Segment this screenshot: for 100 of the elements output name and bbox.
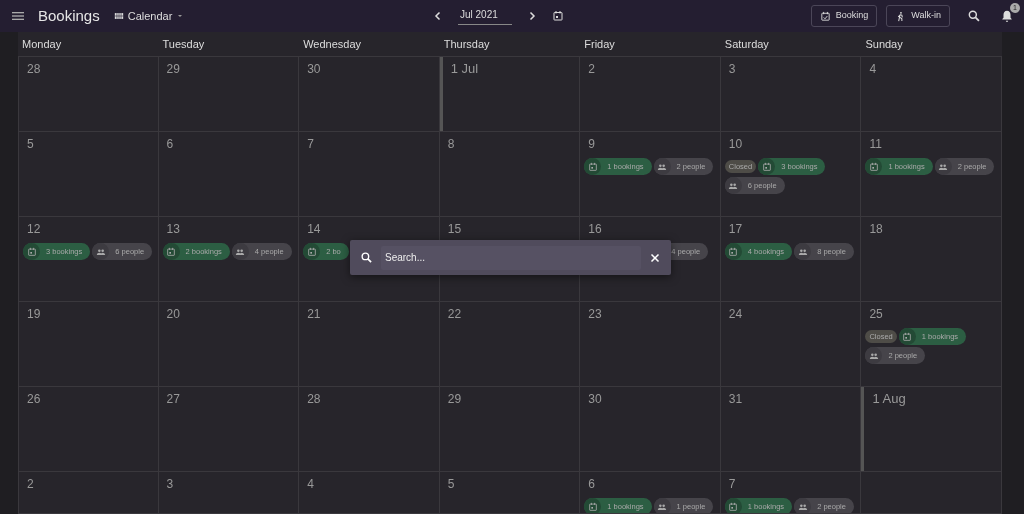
day-number: 19 — [26, 306, 42, 322]
view-dropdown[interactable]: Calendar — [113, 7, 185, 25]
day-cell[interactable]: 30 — [580, 387, 721, 471]
notifications-button[interactable] — [1000, 9, 1014, 23]
calendar-icon — [587, 501, 598, 512]
weekday-header: Tuesday — [161, 36, 206, 52]
day-number: 7 — [306, 136, 315, 152]
day-cell[interactable]: 30 — [299, 57, 440, 131]
day-number: 16 — [587, 221, 603, 237]
day-number: 13 — [165, 221, 181, 237]
calendar-icon — [728, 501, 739, 512]
search-icon — [967, 9, 981, 23]
day-number: 12 — [26, 221, 42, 237]
day-number: 28 — [26, 61, 42, 77]
day-cell[interactable]: 22 — [439, 302, 581, 386]
walk-in-button[interactable]: Walk-in — [886, 5, 950, 27]
day-cell[interactable]: 8 — [439, 132, 581, 216]
close-icon — [649, 251, 661, 264]
calendar-icon — [552, 10, 564, 22]
day-cell[interactable]: 29 — [439, 387, 581, 471]
weekday-header: Monday — [21, 36, 63, 52]
day-cell[interactable]: 3 — [158, 472, 300, 513]
calendar-icon — [587, 161, 598, 172]
calendar-icon — [868, 161, 879, 172]
day-cell[interactable]: 2 — [18, 472, 159, 513]
calendar-icon — [728, 246, 739, 257]
day-number: 1 Jul — [449, 61, 480, 77]
day-number: 2 — [26, 476, 35, 492]
day-cell[interactable]: 28 — [18, 57, 159, 131]
day-cell[interactable]: 3 — [720, 57, 862, 131]
calendar-icon — [761, 161, 772, 172]
calendar-icon — [306, 246, 317, 257]
day-number: 10 — [727, 136, 744, 152]
day-number: 8 — [446, 136, 456, 152]
bell-icon — [1000, 9, 1014, 23]
day-number: 9 — [587, 136, 596, 152]
weekday-header: Friday — [583, 36, 616, 52]
day-cell[interactable]: 24 — [720, 302, 862, 386]
day-number: 30 — [587, 391, 603, 407]
day-number: 28 — [306, 391, 322, 407]
day-number: 23 — [587, 306, 603, 322]
calendar-icon — [26, 246, 37, 257]
calendar-icon — [902, 331, 913, 342]
day-cell[interactable]: 2 — [580, 57, 721, 131]
booking-button[interactable]: Booking — [810, 5, 878, 27]
day-number: 25 — [868, 306, 884, 322]
day-cell[interactable]: 27 — [158, 387, 300, 471]
day-number: 3 — [727, 61, 737, 77]
day-number: 29 — [165, 61, 181, 77]
day-cell[interactable]: 1 Jul — [439, 57, 581, 131]
day-cell[interactable]: 29 — [158, 57, 300, 131]
search-button[interactable] — [967, 9, 981, 23]
day-number: 24 — [727, 306, 744, 322]
day-cell[interactable]: 4 — [861, 57, 1002, 131]
day-number: 26 — [26, 391, 42, 407]
day-number: 2 — [587, 61, 596, 77]
weekday-header: Thursday — [442, 36, 491, 52]
day-cell[interactable]: 7 — [299, 132, 440, 216]
month-field[interactable]: Jul 2021 — [458, 7, 512, 25]
day-cell[interactable]: 5 — [18, 132, 159, 216]
day-number: 7 — [727, 476, 737, 492]
day-cell[interactable]: 23 — [580, 302, 721, 386]
day-cell[interactable]: 4 — [299, 472, 440, 513]
calendar-icon — [166, 246, 177, 257]
caret-icon — [176, 12, 185, 20]
day-number: 29 — [446, 391, 463, 407]
grid-icon — [113, 11, 124, 21]
search-field[interactable]: Search... — [381, 245, 641, 270]
weekday-header: Sunday — [864, 36, 904, 52]
day-number: 18 — [868, 221, 884, 237]
day-number: 5 — [26, 136, 35, 152]
weekday-header: Saturday — [723, 36, 770, 52]
day-cell[interactable]: 21 — [299, 302, 440, 386]
day-cell[interactable]: 19 — [18, 302, 159, 386]
day-number: 4 — [868, 61, 878, 77]
close-button[interactable] — [649, 251, 661, 264]
day-number: 20 — [165, 306, 181, 322]
day-number: 11 — [868, 136, 883, 152]
day-number: 6 — [587, 476, 596, 492]
day-number: 6 — [165, 136, 175, 152]
day-number: 4 — [306, 476, 315, 492]
day-cell[interactable]: 18 — [861, 217, 1002, 301]
day-number: 3 — [165, 476, 175, 492]
day-number: 21 — [306, 306, 322, 322]
day-cell[interactable]: 28 — [299, 387, 440, 471]
day-cell[interactable]: 1 Aug — [861, 387, 1002, 471]
weekday-header: Wednesday — [302, 36, 363, 52]
calendar-check-icon — [819, 10, 831, 22]
day-number: 5 — [446, 476, 456, 492]
day-number: 22 — [446, 306, 463, 322]
day-cell[interactable]: 5 — [439, 472, 581, 513]
day-cell[interactable]: 20 — [158, 302, 300, 386]
day-number: 31 — [727, 391, 744, 407]
date-picker-button[interactable] — [552, 10, 564, 22]
day-number: 27 — [165, 391, 181, 407]
day-cell[interactable]: 31 — [720, 387, 862, 471]
day-number: 15 — [446, 221, 463, 237]
day-cell[interactable]: 6 — [158, 132, 300, 216]
day-cell[interactable]: 26 — [18, 387, 159, 471]
day-number: 17 — [727, 221, 744, 237]
